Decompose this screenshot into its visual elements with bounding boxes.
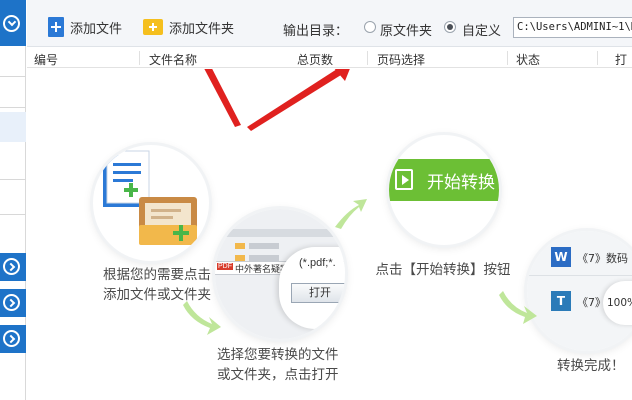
column-separator xyxy=(507,51,508,65)
step2-text-line2: 或文件夹，点击打开 xyxy=(217,367,339,383)
column-filename[interactable]: 文件名称 xyxy=(149,51,197,68)
step3-text: 点击【开始转换】按钮 xyxy=(375,262,511,278)
add-file-icon xyxy=(48,17,64,37)
empty-list-tutorial: 根据您的需要点击 添加文件或文件夹 PDF 中外著名疑案 (*.pdf;*. 打… xyxy=(27,69,632,400)
expand-button[interactable] xyxy=(0,325,26,353)
step2-filter-text: (*.pdf;*. xyxy=(299,257,336,269)
radio-custom[interactable] xyxy=(444,21,456,33)
left-panel xyxy=(0,0,26,400)
column-pages[interactable]: 总页数 xyxy=(297,51,333,68)
collapse-button[interactable] xyxy=(0,0,26,46)
output-path-input[interactable]: C:\Users\ADMINI~1\Desktop xyxy=(513,17,632,38)
step2-open-button: 打开 xyxy=(291,283,345,303)
step4-row2-name: 《7》 xyxy=(577,296,606,309)
add-file-button[interactable]: 添加文件 xyxy=(48,16,122,38)
file-list-header: 编号 文件名称 总页数 页码选择 状态 打开 xyxy=(27,48,632,84)
step3-start-button-label: 开始转换 xyxy=(427,172,495,193)
text-doc-icon: T xyxy=(551,291,571,311)
left-panel-row[interactable] xyxy=(0,150,26,180)
step2-description: 选择您要转换的文件 或文件夹，点击打开 xyxy=(217,345,367,385)
chevron-right-icon xyxy=(6,334,16,344)
text-doc-letter: T xyxy=(556,294,566,308)
add-file-folder-icon xyxy=(103,150,197,245)
radio-custom-label: 自定义 xyxy=(462,24,502,39)
toolbar: 添加文件 添加文件夹 输出目录： 原文件夹 自定义 C:\Users\ADMIN… xyxy=(27,0,632,47)
column-separator xyxy=(139,51,140,65)
output-directory-label: 输出目录： xyxy=(283,24,349,39)
step4-progress-text: 100% xyxy=(607,297,632,309)
step3-description: 点击【开始转换】按钮 xyxy=(363,260,523,280)
step1-illustration xyxy=(93,145,209,261)
step3-illustration: 开始转换 xyxy=(389,135,499,245)
add-file-label: 添加文件 xyxy=(70,21,123,37)
step2-open-button-label: 打开 xyxy=(309,286,331,299)
left-panel-row-selected[interactable] xyxy=(0,112,26,142)
step4-illustration: W 《7》数码 T 《7》 100% xyxy=(527,231,632,351)
add-folder-icon xyxy=(143,19,163,35)
column-page-select[interactable]: 页码选择 xyxy=(377,51,425,68)
column-status[interactable]: 状态 xyxy=(516,51,540,68)
column-number[interactable]: 编号 xyxy=(34,51,58,68)
step4-text: 转换完成！ xyxy=(557,358,625,374)
left-panel-row[interactable] xyxy=(0,185,26,215)
column-separator xyxy=(367,51,368,65)
word-doc-icon: W xyxy=(551,247,571,267)
expand-button[interactable] xyxy=(0,253,26,281)
pdf-tag: PDF xyxy=(217,263,233,270)
play-icon xyxy=(395,169,413,190)
step4-description: 转换完成！ xyxy=(557,356,632,376)
step4-row1-name: 《7》数码 xyxy=(577,252,628,265)
expand-button[interactable] xyxy=(0,289,26,317)
chevron-down-icon xyxy=(7,17,17,27)
chevron-right-icon xyxy=(6,298,16,308)
left-panel-row[interactable] xyxy=(0,78,26,108)
step2-text-line1: 选择您要转换的文件 xyxy=(217,347,339,363)
column-separator xyxy=(597,51,598,65)
radio-original-folder[interactable] xyxy=(364,21,376,33)
add-folder-button[interactable]: 添加文件夹 xyxy=(143,16,234,38)
radio-original-folder-label: 原文件夹 xyxy=(380,24,433,39)
red-arrow-icon xyxy=(204,69,350,131)
add-folder-label: 添加文件夹 xyxy=(169,21,235,37)
word-doc-letter: W xyxy=(554,250,568,264)
step2-illustration: PDF 中外著名疑案 (*.pdf;*. 打开 xyxy=(215,209,345,339)
chevron-right-icon xyxy=(6,262,16,272)
left-panel-row[interactable] xyxy=(0,47,26,77)
step3-start-button-preview: 开始转换 xyxy=(389,159,499,201)
